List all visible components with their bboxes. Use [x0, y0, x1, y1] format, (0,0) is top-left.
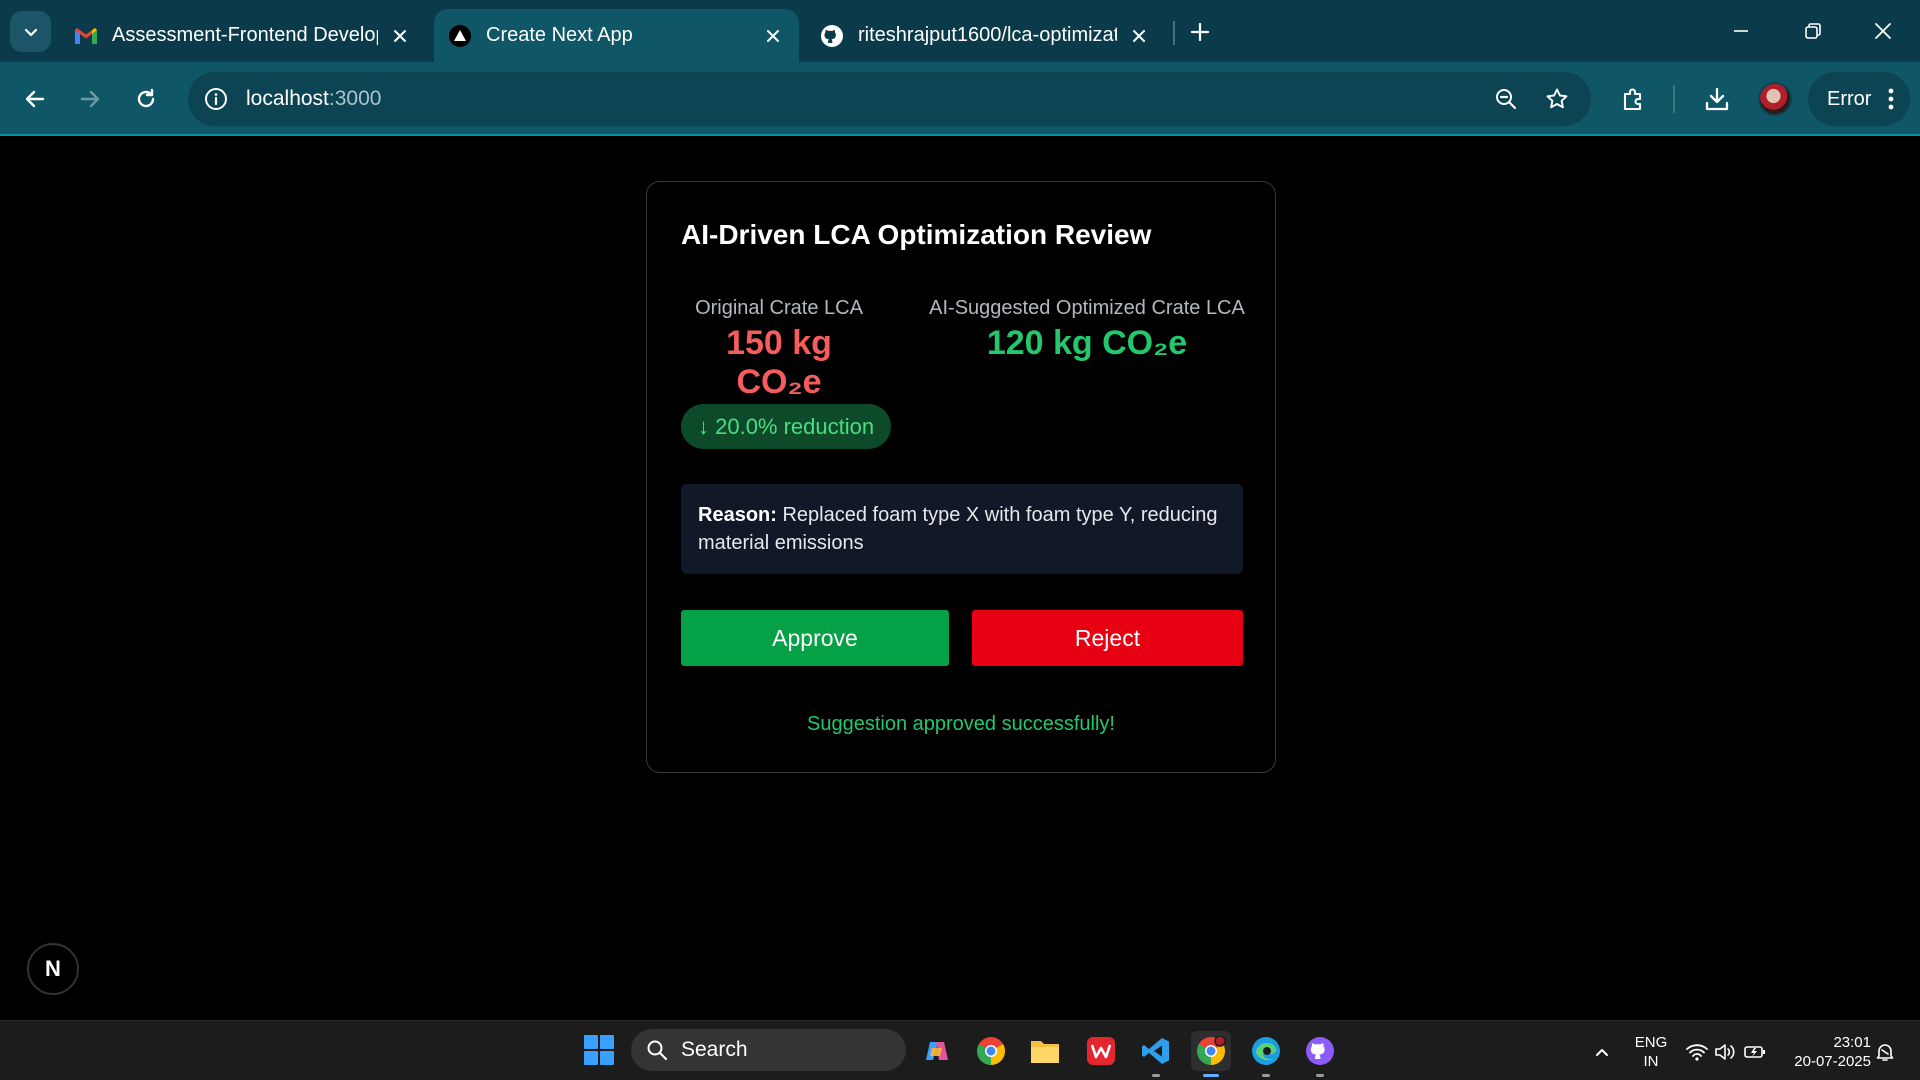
minimize-button[interactable]	[1710, 10, 1772, 52]
tab-gmail[interactable]: Assessment-Frontend Develope	[60, 9, 426, 62]
file-explorer-icon[interactable]	[1025, 1031, 1065, 1071]
battery-icon[interactable]	[1744, 1041, 1766, 1063]
running-indicator	[1152, 1074, 1160, 1077]
taskbar-search-label: Search	[681, 1038, 748, 1061]
tab-title: riteshrajput1600/lca-optimizatic	[858, 24, 1117, 46]
arrow-left-icon	[25, 90, 45, 108]
reload-icon	[137, 88, 155, 108]
puzzle-icon	[1623, 88, 1642, 111]
tab-title: Create Next App	[486, 24, 633, 46]
optimized-lca-label: AI-Suggested Optimized Crate LCA	[929, 297, 1245, 319]
url-text[interactable]: localhost:3000	[246, 87, 381, 111]
running-indicator	[1316, 1074, 1324, 1077]
close-icon[interactable]	[388, 24, 412, 48]
chrome-active-icon[interactable]	[1191, 1031, 1231, 1077]
original-lca-label: Original Crate LCA	[695, 297, 863, 319]
reload-button[interactable]	[126, 79, 166, 119]
close-icon[interactable]	[1127, 24, 1151, 48]
zoom-icon[interactable]	[1492, 85, 1520, 113]
tab-title: Assessment-Frontend Develope	[112, 24, 378, 46]
clock-date: 20-07-2025	[1794, 1053, 1871, 1070]
gmail-icon	[74, 24, 98, 48]
downloads-button[interactable]	[1697, 79, 1737, 119]
browser-toolbar: localhost:3000 Error	[0, 62, 1920, 136]
copilot-icon[interactable]	[917, 1031, 957, 1071]
original-lca-block: Original Crate LCA 150 kg CO₂e	[681, 297, 877, 402]
vscode-icon[interactable]	[1136, 1031, 1176, 1077]
clock-time: 23:01	[1833, 1034, 1871, 1051]
arrow-right-icon	[80, 90, 100, 108]
profile-avatar[interactable]	[1758, 82, 1792, 116]
reason-box: Reason: Replaced foam type X with foam t…	[681, 484, 1243, 574]
url-port: :3000	[328, 87, 382, 110]
site-info-icon[interactable]	[202, 85, 230, 113]
reduction-badge: ↓ 20.0% reduction	[681, 404, 892, 449]
bookmark-star-icon[interactable]	[1543, 85, 1571, 113]
chevron-down-icon	[24, 28, 37, 36]
close-icon	[1875, 23, 1891, 39]
address-bar[interactable]: localhost:3000	[188, 72, 1591, 126]
search-icon	[645, 1038, 669, 1062]
new-tab-button[interactable]	[1185, 17, 1215, 47]
taskbar: Search ENG IN 23:01 20-07-2025	[0, 1020, 1920, 1080]
wps-office-icon[interactable]	[1081, 1031, 1121, 1071]
language-code: ENG	[1634, 1034, 1668, 1051]
reason-text: Replaced foam type X with foam type Y, r…	[698, 504, 1218, 554]
close-icon[interactable]	[761, 24, 785, 48]
clock[interactable]: 23:01 20-07-2025	[1781, 1033, 1871, 1071]
original-lca-value: 150 kg CO₂e	[726, 324, 832, 401]
language-indicator[interactable]: ENG IN	[1631, 1033, 1671, 1071]
running-indicator	[1262, 1074, 1270, 1077]
edge-icon[interactable]	[1246, 1031, 1286, 1077]
extensions-button[interactable]	[1614, 79, 1654, 119]
notifications-icon[interactable]	[1874, 1041, 1896, 1063]
download-icon	[1705, 87, 1729, 111]
profile-error-button[interactable]: Error	[1808, 72, 1910, 126]
back-button[interactable]	[15, 79, 55, 119]
approve-button[interactable]: Approve	[681, 610, 949, 666]
toolbar-divider	[1673, 85, 1675, 113]
restore-icon	[1805, 23, 1821, 39]
github-desktop-icon[interactable]	[1300, 1031, 1340, 1077]
optimized-lca-value: 120 kg CO₂e	[986, 324, 1188, 362]
forward-button[interactable]	[70, 79, 110, 119]
minimize-icon	[1734, 30, 1748, 32]
status-message: Suggestion approved successfully!	[807, 713, 1115, 735]
page-title: AI-Driven LCA Optimization Review	[681, 219, 1152, 250]
profile-status-text: Error	[1827, 87, 1872, 110]
tab-github[interactable]: riteshrajput1600/lca-optimizatic	[806, 9, 1165, 62]
reject-button[interactable]: Reject	[972, 610, 1243, 666]
active-indicator	[1203, 1074, 1219, 1077]
plus-icon	[1190, 22, 1210, 42]
volume-icon[interactable]	[1714, 1041, 1736, 1063]
taskbar-search[interactable]: Search	[631, 1029, 906, 1071]
browser-tab-strip: Assessment-Frontend Develope Create Next…	[0, 0, 1920, 62]
github-icon	[820, 24, 844, 48]
chevron-up-icon[interactable]	[1591, 1041, 1613, 1063]
close-window-button[interactable]	[1852, 10, 1914, 52]
more-vertical-icon	[1888, 88, 1894, 110]
chrome-icon[interactable]	[971, 1031, 1011, 1071]
wifi-icon[interactable]	[1686, 1041, 1708, 1063]
page-viewport: AI-Driven LCA Optimization Review Origin…	[0, 136, 1920, 1020]
tab-create-next-app[interactable]: Create Next App	[434, 9, 799, 62]
region-code: IN	[1643, 1053, 1659, 1070]
url-host: localhost	[246, 87, 329, 110]
nextjs-icon	[448, 24, 472, 48]
nextjs-dev-indicator[interactable]: N	[27, 943, 79, 995]
tab-divider	[1173, 21, 1175, 45]
optimized-lca-block: AI-Suggested Optimized Crate LCA 120 kg …	[929, 297, 1245, 363]
review-card: AI-Driven LCA Optimization Review Origin…	[646, 181, 1276, 773]
reason-label: Reason:	[698, 504, 777, 526]
restore-button[interactable]	[1782, 10, 1844, 52]
tab-search-button[interactable]	[10, 11, 51, 52]
windows-start-icon[interactable]	[584, 1035, 614, 1065]
